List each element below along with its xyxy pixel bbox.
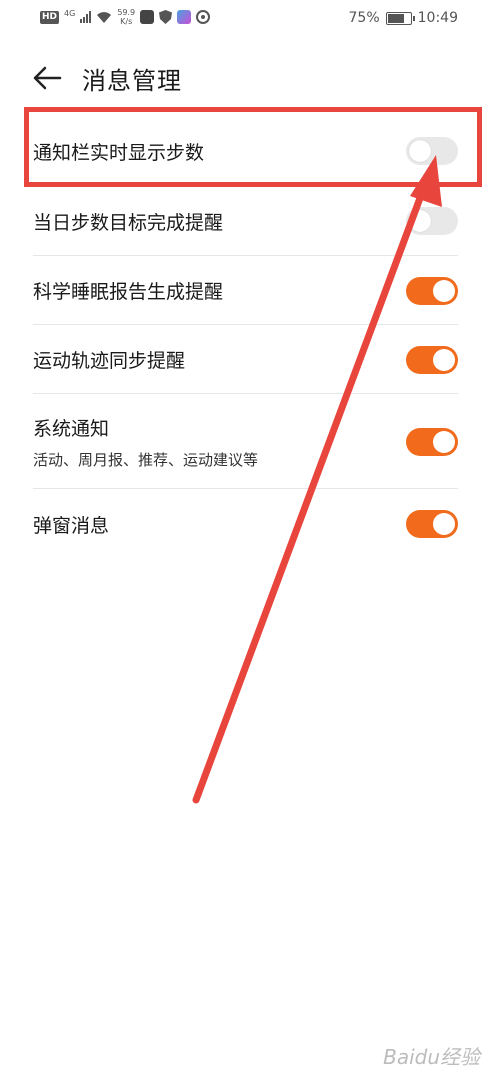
- shield-icon: [159, 10, 173, 24]
- gallery-app-icon: [177, 10, 192, 24]
- setting-text: 系统通知 活动、周月报、推荐、运动建议等: [33, 414, 258, 470]
- back-button[interactable]: [32, 60, 68, 96]
- hd-badge: HD: [40, 10, 60, 24]
- setting-label: 当日步数目标完成提醒: [33, 211, 224, 234]
- highlight-annotation-box: [24, 107, 482, 187]
- setting-row-sleep-report[interactable]: 科学睡眠报告生成提醒: [0, 256, 500, 325]
- toggle-knob: [433, 348, 455, 371]
- toggle-knob: [433, 430, 455, 453]
- toggle-knob: [433, 279, 455, 302]
- setting-row-track-sync[interactable]: 运动轨迹同步提醒: [0, 325, 500, 394]
- status-bar: HD 4G 59.9 K/s 75% 10:49: [0, 0, 500, 38]
- speed-unit: K/s: [120, 17, 133, 26]
- setting-toggle[interactable]: [406, 510, 458, 538]
- status-icons-right: 75% 10:49: [349, 10, 458, 26]
- setting-toggle[interactable]: [406, 207, 458, 235]
- battery-percent: 75%: [348, 10, 380, 26]
- setting-toggle[interactable]: [406, 427, 458, 456]
- network-speed: 59.9 K/s: [117, 8, 135, 26]
- setting-row-daily-goal[interactable]: 当日步数目标完成提醒: [0, 186, 500, 256]
- setting-toggle[interactable]: [406, 345, 458, 374]
- battery-icon: [385, 11, 415, 25]
- page-title: 消息管理: [82, 66, 182, 95]
- setting-sublabel: 活动、周月报、推荐、运动建议等: [33, 450, 259, 469]
- watermark-logo: Baidu经验: [383, 1045, 480, 1069]
- toggle-knob: [409, 210, 431, 232]
- signal-icon: [80, 11, 92, 23]
- vpn-icon: [196, 10, 211, 24]
- wifi-icon: [97, 11, 112, 23]
- setting-label: 科学睡眠报告生成提醒: [33, 281, 224, 303]
- setting-label: 系统通知: [33, 417, 110, 440]
- info-app-icon: [140, 10, 155, 24]
- setting-toggle[interactable]: [406, 276, 458, 305]
- setting-label: 运动轨迹同步提醒: [33, 350, 186, 372]
- setting-text: 弹窗消息: [33, 511, 109, 538]
- setting-label: 弹窗消息: [33, 514, 110, 537]
- setting-text: 运动轨迹同步提醒: [33, 346, 185, 373]
- network-type: 4G: [64, 8, 76, 18]
- toggle-knob: [433, 513, 455, 535]
- back-arrow-icon: [33, 66, 62, 90]
- speed-value: 59.9: [117, 8, 136, 17]
- clock: 10:49: [417, 10, 458, 26]
- status-icons-left: HD 4G 59.9 K/s: [40, 8, 211, 26]
- app-header: 消息管理: [32, 56, 182, 100]
- setting-row-system-notice[interactable]: 系统通知 活动、周月报、推荐、运动建议等: [0, 394, 500, 489]
- setting-text: 当日步数目标完成提醒: [33, 208, 223, 235]
- setting-text: 科学睡眠报告生成提醒: [33, 277, 223, 304]
- setting-row-popup[interactable]: 弹窗消息: [0, 489, 500, 559]
